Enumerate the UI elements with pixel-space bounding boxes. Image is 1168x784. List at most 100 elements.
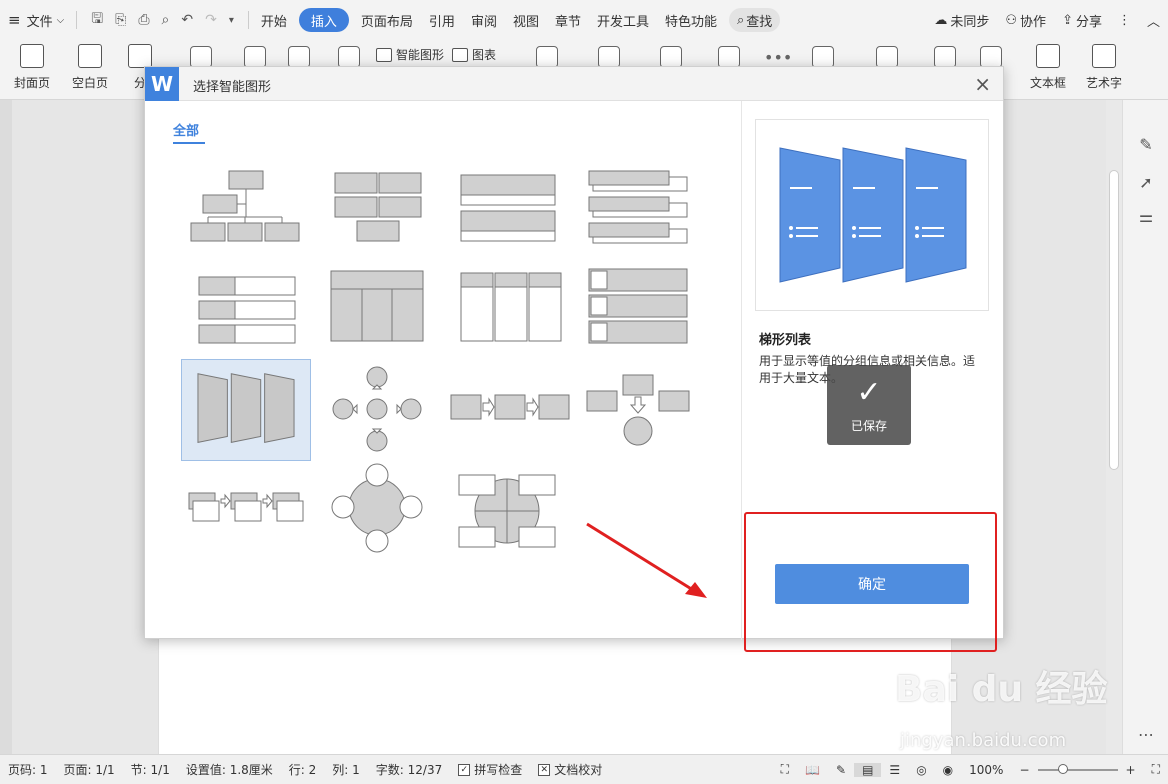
- zoom-out-icon[interactable]: −: [1011, 763, 1037, 777]
- close-icon[interactable]: ×: [974, 72, 991, 96]
- export-icon[interactable]: ⎘: [115, 12, 126, 28]
- page-number-icon[interactable]: [934, 46, 956, 68]
- smartart-cycle-matrix[interactable]: [453, 459, 583, 561]
- flowchart-icon[interactable]: [598, 46, 620, 68]
- more-icon[interactable]: ▾: [229, 15, 234, 26]
- search-icon: ⌕: [737, 12, 745, 28]
- collab-button[interactable]: ⚇ 协作: [997, 8, 1054, 32]
- redo-icon[interactable]: ↷: [205, 12, 217, 28]
- cover-page-icon: [20, 44, 44, 68]
- print-icon[interactable]: ⎙: [138, 12, 149, 28]
- word-count-status[interactable]: 字数: 12/37: [368, 761, 450, 778]
- cover-page-button[interactable]: 封面页: [14, 44, 50, 91]
- separator: [247, 11, 249, 29]
- search-button[interactable]: ⌕ 查找: [729, 8, 781, 32]
- tab-view[interactable]: 视图: [505, 8, 547, 32]
- eye-protect-icon[interactable]: ◉: [935, 763, 961, 777]
- edit-mode-icon[interactable]: ✎: [828, 763, 854, 777]
- cursor-icon[interactable]: ➚: [1137, 174, 1155, 192]
- screenshot-icon[interactable]: [536, 46, 558, 68]
- tab-developer[interactable]: 开发工具: [589, 8, 657, 32]
- watermark-icon[interactable]: [980, 46, 1002, 68]
- tab-features[interactable]: 特色功能: [657, 8, 725, 32]
- annotation-arrow-icon: [586, 522, 707, 598]
- quick-access-toolbar: 🖫 ⎘ ⎙ ⌕ ↶ ↷ ▾: [81, 8, 244, 32]
- smartart-converging[interactable]: [583, 359, 713, 461]
- setting-status: 设置值: 1.8厘米: [185, 763, 273, 777]
- zoom-slider[interactable]: [1037, 763, 1118, 774]
- smartart-trapezoid-list[interactable]: [181, 359, 311, 461]
- undo-icon[interactable]: ↶: [181, 12, 193, 28]
- header-footer-icon[interactable]: [876, 46, 898, 68]
- checkmark-icon: ✓: [856, 374, 882, 410]
- smartart-label-list[interactable]: [181, 263, 311, 365]
- share-button[interactable]: ⇪ 分享: [1054, 8, 1110, 32]
- share-icon: ⇪: [1062, 12, 1073, 28]
- smartart-stacked-list[interactable]: [583, 159, 713, 261]
- smartart-table-hierarchy[interactable]: [325, 263, 455, 365]
- separator: [76, 11, 78, 29]
- settings-sliders-icon[interactable]: ⚌: [1137, 208, 1155, 226]
- tab-review[interactable]: 审阅: [463, 8, 505, 32]
- hamburger-icon: ≡: [8, 11, 21, 29]
- icons-icon[interactable]: [338, 46, 360, 68]
- save-icon[interactable]: 🖫: [91, 8, 103, 32]
- tab-start[interactable]: 开始: [253, 8, 295, 32]
- smartart-preview: [755, 119, 989, 311]
- pen-icon[interactable]: ✎: [1137, 136, 1155, 154]
- tab-references[interactable]: 引用: [421, 8, 463, 32]
- tab-insert[interactable]: 插入: [298, 8, 349, 32]
- dialog-header: W 选择智能图形 ×: [145, 67, 1003, 101]
- trapezoid-list-preview: [779, 147, 967, 283]
- smartart-bullet-list[interactable]: [453, 159, 583, 261]
- smartart-org-chart[interactable]: [181, 159, 311, 261]
- more-shapes-icon[interactable]: [718, 46, 740, 68]
- smartart-basic-radial[interactable]: [325, 459, 455, 561]
- preview-icon[interactable]: ⌕: [162, 12, 170, 28]
- zoom-in-icon[interactable]: +: [1118, 763, 1144, 777]
- table-icon[interactable]: [190, 46, 212, 68]
- read-mode-icon[interactable]: 📖: [797, 763, 828, 777]
- vertical-scrollbar[interactable]: [1106, 100, 1122, 754]
- tab-page-layout[interactable]: 页面布局: [353, 8, 421, 32]
- wordart-button[interactable]: 艺术字: [1086, 44, 1122, 91]
- smartart-picture-list[interactable]: [583, 263, 713, 365]
- zoom-slider-handle[interactable]: [1057, 763, 1068, 774]
- outline-view-icon[interactable]: ☰: [881, 763, 908, 777]
- section-status: 节: 1/1: [130, 763, 170, 777]
- chart-button[interactable]: 图表: [452, 46, 496, 63]
- smartart-step-process[interactable]: [181, 459, 311, 561]
- tab-section[interactable]: 章节: [547, 8, 589, 32]
- picture-icon[interactable]: [244, 46, 266, 68]
- fit-window-icon[interactable]: ⛶: [1144, 762, 1168, 777]
- smartart-process[interactable]: [445, 359, 575, 461]
- doc-check-button[interactable]: ✕ 文档校对: [530, 761, 610, 778]
- fullscreen-icon[interactable]: ⛶: [773, 762, 797, 777]
- dialog-divider: [741, 101, 742, 640]
- smartart-button[interactable]: 智能图形: [376, 46, 444, 63]
- tab-all[interactable]: 全部: [173, 120, 206, 144]
- document-part-icon[interactable]: [812, 46, 834, 68]
- saved-toast: ✓ 已保存: [827, 365, 911, 445]
- collapse-ribbon-icon[interactable]: ︿: [1139, 8, 1168, 32]
- textbox-button[interactable]: 文本框: [1030, 44, 1066, 91]
- zoom-level[interactable]: 100%: [961, 763, 1011, 777]
- page-view-icon[interactable]: ▤: [854, 762, 882, 777]
- spell-check-toggle[interactable]: ✓ 拼写检查: [450, 761, 530, 778]
- row-status: 行: 2: [288, 763, 317, 777]
- sync-button[interactable]: ☁ 未同步: [926, 8, 997, 32]
- smartart-column-list[interactable]: [453, 263, 583, 365]
- more-icon[interactable]: ⋯: [1137, 726, 1155, 744]
- more-icon[interactable]: •••: [764, 48, 792, 67]
- more-options-icon[interactable]: ⋮: [1110, 8, 1139, 32]
- mindmap-icon[interactable]: [660, 46, 682, 68]
- shape-icon[interactable]: [288, 46, 310, 68]
- wordart-icon: [1092, 44, 1116, 68]
- scrollbar-thumb[interactable]: [1109, 170, 1119, 470]
- web-view-icon[interactable]: ◎: [908, 763, 934, 777]
- smartart-radial-cycle[interactable]: [325, 359, 455, 461]
- blank-page-button[interactable]: 空白页: [72, 44, 108, 91]
- side-panel: ✎ ➚ ⚌ ⋯: [1122, 100, 1168, 754]
- file-menu[interactable]: ≡ 文件 ⌵: [0, 8, 72, 32]
- smartart-block-list[interactable]: [325, 159, 455, 261]
